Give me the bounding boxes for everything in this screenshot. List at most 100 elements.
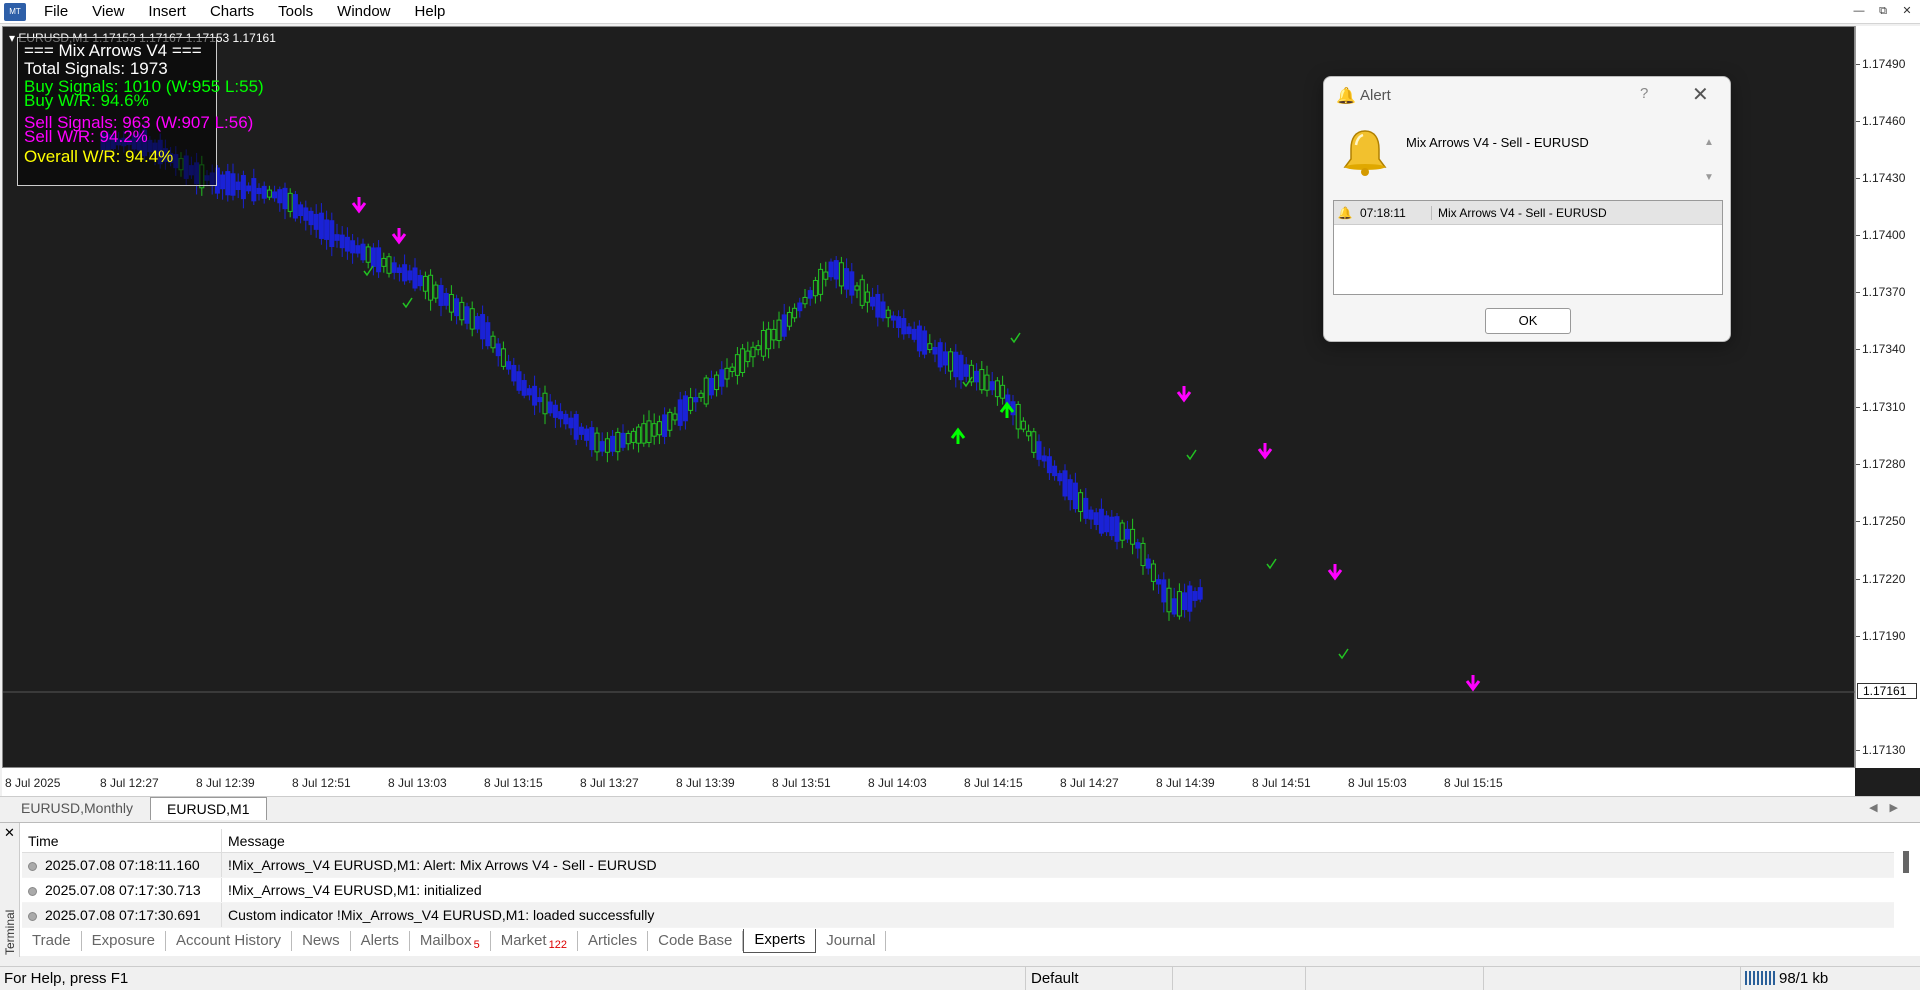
restore-icon[interactable]: ⧉ (1874, 2, 1892, 20)
time-label: 8 Jul 13:27 (580, 776, 639, 790)
candle-body (1171, 598, 1177, 615)
menu-insert[interactable]: Insert (136, 0, 198, 24)
tab-articles[interactable]: Articles (578, 931, 649, 951)
candle-body (911, 328, 917, 340)
log-scrollbar[interactable] (1900, 829, 1912, 949)
tab-eurusd-m1[interactable]: EURUSD,M1 (150, 797, 267, 820)
candle-body (662, 414, 668, 437)
scroll-down-icon[interactable]: ▼ (1704, 172, 1714, 183)
tab-news[interactable]: News (292, 931, 351, 951)
price-tick (1856, 292, 1860, 293)
menu-window[interactable]: Window (325, 0, 402, 24)
menu-view[interactable]: View (80, 0, 136, 24)
bell-icon: 🔔 (1337, 205, 1353, 220)
candle-body (1135, 542, 1141, 549)
tab-experts[interactable]: Experts (743, 929, 817, 953)
tab-scroll-arrows[interactable]: ◀▶ (1869, 801, 1910, 814)
log-row[interactable]: 2025.07.08 07:17:30.713 !Mix_Arrows_V4 E… (22, 878, 1894, 903)
log-message: !Mix_Arrows_V4 EURUSD,M1: initialized (228, 882, 482, 898)
candle-body (885, 309, 891, 319)
candle-body (734, 354, 740, 376)
price-tick (1856, 521, 1860, 522)
menu-tools[interactable]: Tools (266, 0, 325, 24)
terminal-close-icon[interactable]: ✕ (4, 825, 15, 841)
candle-body (1161, 579, 1167, 603)
log-row[interactable]: 2025.07.08 07:18:11.160 !Mix_Arrows_V4 E… (22, 853, 1894, 878)
close-icon[interactable]: ✕ (1898, 2, 1916, 20)
candle-body (1083, 497, 1089, 519)
tab-mailbox[interactable]: Mailbox 5 (410, 931, 491, 951)
minimize-icon[interactable]: — (1850, 2, 1868, 20)
candle-body (521, 380, 527, 396)
candle-body (849, 271, 855, 296)
candle-body (365, 246, 371, 263)
candle-body (771, 328, 777, 341)
sell-arrow-icon (1176, 386, 1192, 403)
candle-body (1036, 441, 1042, 460)
status-divider (1025, 967, 1026, 990)
stats-panel: === Mix Arrows V4 === Total Signals: 197… (17, 37, 264, 186)
candle-body (256, 187, 262, 195)
help-button[interactable]: ? (1640, 85, 1648, 102)
status-help: For Help, press F1 (4, 970, 129, 987)
tab-market[interactable]: Market 122 (491, 931, 578, 951)
candle-body (1104, 515, 1110, 533)
log-row[interactable]: 2025.07.08 07:17:30.691 Custom indicator… (22, 903, 1894, 928)
tab-code-base[interactable]: Code Base (648, 931, 744, 951)
candle-body (1062, 470, 1068, 497)
price-label: 1.17280 (1862, 457, 1906, 471)
scroll-up-icon[interactable]: ▲ (1704, 137, 1714, 148)
tab-journal[interactable]: Journal (816, 931, 887, 951)
price-tick (1856, 579, 1860, 580)
candle-body (500, 348, 506, 367)
time-label: 8 Jul 13:15 (484, 776, 543, 790)
candle-body (1026, 430, 1032, 437)
candle-body (875, 293, 881, 318)
tab-alerts[interactable]: Alerts (351, 931, 410, 951)
price-tick (1856, 64, 1860, 65)
stats-title: === Mix Arrows V4 === (24, 41, 202, 60)
candle-body (292, 194, 298, 219)
candle-body (220, 174, 226, 190)
scroll-thumb[interactable] (1903, 851, 1909, 873)
time-label: 8 Jul 13:39 (676, 776, 735, 790)
tab-account-history[interactable]: Account History (166, 931, 293, 951)
experts-log: Time Message 2025.07.08 07:18:11.160 !Mi… (22, 829, 1894, 928)
candle-body (480, 314, 486, 340)
time-label: 8 Jul 2025 (5, 776, 61, 790)
candle-body (272, 191, 278, 199)
candle-body (807, 290, 813, 299)
candle-body (532, 385, 538, 406)
price-tick (1856, 464, 1860, 465)
candle-body (948, 351, 954, 372)
candle-body (381, 257, 387, 267)
log-rows: 2025.07.08 07:18:11.160 !Mix_Arrows_V4 E… (22, 853, 1894, 928)
candle-body (1156, 579, 1162, 585)
tab-eurusd-monthly[interactable]: EURUSD,Monthly (4, 796, 150, 820)
tab-label: Market (500, 932, 547, 949)
candle-body (1130, 528, 1136, 545)
alert-close-button[interactable]: ✕ (1692, 82, 1709, 107)
alert-list-row[interactable]: 🔔 07:18:11 Mix Arrows V4 - Sell - EURUSD (1334, 201, 1722, 225)
column-message[interactable]: Message (222, 829, 1894, 852)
candle-body (526, 388, 532, 396)
candle-body (303, 207, 309, 221)
tab-badge: 122 (548, 939, 567, 951)
candle-body (266, 189, 272, 198)
status-profile: Default (1031, 970, 1079, 987)
column-time[interactable]: Time (22, 829, 222, 852)
candle-body (896, 316, 902, 329)
tab-exposure[interactable]: Exposure (82, 931, 167, 951)
menu-help[interactable]: Help (403, 0, 458, 24)
status-traffic: 98/1 kb (1745, 970, 1828, 987)
candle-body (578, 426, 584, 435)
ok-button[interactable]: OK (1485, 308, 1571, 334)
menu-charts[interactable]: Charts (198, 0, 266, 24)
app-icon[interactable]: MT (4, 2, 26, 21)
status-divider (1740, 967, 1741, 990)
candle-body (745, 350, 751, 363)
menu-file[interactable]: File (32, 0, 80, 24)
price-label: 1.17490 (1862, 57, 1906, 71)
tab-trade[interactable]: Trade (22, 931, 82, 951)
alert-title: Alert (1360, 87, 1391, 104)
